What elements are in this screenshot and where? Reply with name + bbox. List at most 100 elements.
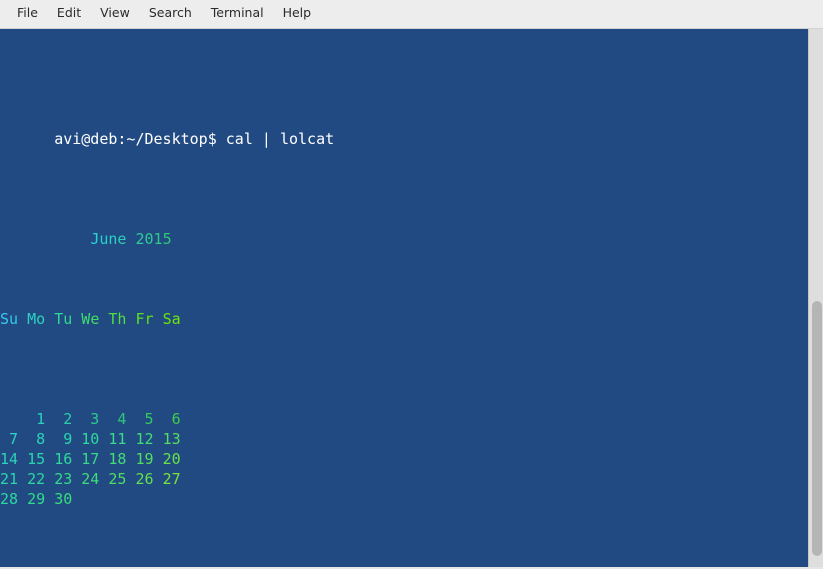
calendar-day-27: 27 (162, 470, 181, 488)
terminal-window: File Edit View Search Terminal Help avi@… (0, 0, 823, 569)
shell-prompt: avi@deb:~/Desktop$ (54, 130, 217, 148)
calendar-day-8: 8 (27, 430, 46, 448)
calendar-day-25: 25 (108, 470, 127, 488)
calendar-week-row: 1 2 3 4 5 6 (0, 409, 808, 429)
calendar-day-24: 24 (81, 470, 100, 488)
calendar-day-30: 30 (54, 490, 73, 508)
calendar-cell-gap (72, 470, 81, 488)
terminal-screen[interactable]: avi@deb:~/Desktop$ cal | lolcat June 201… (0, 29, 808, 567)
menu-bar: File Edit View Search Terminal Help (0, 0, 823, 29)
menu-terminal[interactable]: Terminal (202, 4, 273, 24)
calendar-day-22: 22 (27, 470, 46, 488)
calendar-weekday-char: M (27, 310, 37, 328)
calendar-weekday-char: S (162, 310, 172, 328)
calendar-day-15: 15 (27, 450, 46, 468)
calendar-weekday-char (18, 310, 27, 328)
menu-view[interactable]: View (91, 4, 139, 24)
calendar-day-7: 7 (0, 430, 19, 448)
calendar-cell-empty (108, 490, 126, 508)
calendar-day-6: 6 (162, 410, 181, 428)
calendar-cell-gap (18, 450, 27, 468)
terminal-command-line: avi@deb:~/Desktop$ cal | lolcat (0, 109, 808, 148)
calendar-day-1: 1 (27, 410, 46, 428)
calendar-cell-gap (18, 490, 27, 508)
typed-command: cal | lolcat (225, 130, 335, 148)
calendar-day-16: 16 (54, 450, 73, 468)
calendar-cell-gap (45, 470, 54, 488)
calendar-day-17: 17 (81, 450, 100, 468)
calendar-day-2: 2 (54, 410, 73, 428)
calendar-weekday-char: a (171, 310, 181, 328)
calendar-day-11: 11 (108, 430, 127, 448)
calendar-weekday-char: T (54, 310, 64, 328)
menu-search[interactable]: Search (140, 4, 201, 24)
vertical-scrollbar[interactable] (808, 29, 823, 567)
calendar-day-20: 20 (162, 450, 181, 468)
calendar-day-19: 19 (135, 450, 154, 468)
menu-help[interactable]: Help (274, 4, 321, 24)
calendar-title-indent (54, 230, 90, 248)
calendar-day-5: 5 (135, 410, 154, 428)
calendar-cell-gap (45, 450, 54, 468)
calendar-title-char: 5 (162, 230, 172, 248)
calendar-day-4: 4 (108, 410, 127, 428)
calendar-weekday-char: u (63, 310, 73, 328)
calendar-cell-gap (154, 490, 163, 508)
calendar-cell-gap (45, 490, 54, 508)
calendar-day-18: 18 (108, 450, 127, 468)
calendar-weeks: 1 2 3 4 5 6 7 8 9 10 11 12 13 14 15 16 17… (0, 409, 808, 509)
calendar-title: June 2015 (90, 230, 171, 248)
calendar-cell-gap (72, 410, 81, 428)
calendar-cell-empty (0, 410, 18, 428)
calendar-day-9: 9 (54, 430, 73, 448)
calendar-cell-gap (154, 450, 163, 468)
menu-edit[interactable]: Edit (48, 4, 90, 24)
calendar-day-14: 14 (0, 450, 19, 468)
calendar-cell-gap (45, 410, 54, 428)
calendar-day-23: 23 (54, 470, 73, 488)
calendar-week-row: 14 15 16 17 18 19 20 (0, 449, 808, 469)
calendar-title-line: June 2015 (0, 209, 808, 248)
menu-file[interactable]: File (8, 4, 47, 24)
calendar-title-char: 1 (153, 230, 163, 248)
calendar-title-char: 2 (135, 230, 145, 248)
calendar-weekday-char: e (90, 310, 100, 328)
calendar-week-row: 7 8 9 10 11 12 13 (0, 429, 808, 449)
calendar-cell-gap (72, 490, 81, 508)
calendar-day-29: 29 (27, 490, 46, 508)
calendar-weekday-char (45, 310, 54, 328)
calendar-day-3: 3 (81, 410, 100, 428)
calendar-weekday-char (154, 310, 163, 328)
calendar-cell-empty (135, 490, 153, 508)
calendar-title-char: 0 (144, 230, 154, 248)
calendar-weekday-char: W (81, 310, 91, 328)
calendar-cell-gap (45, 430, 54, 448)
calendar-weekday-char: u (9, 310, 19, 328)
calendar-title-char: J (90, 230, 100, 248)
calendar-day-21: 21 (0, 470, 19, 488)
calendar-cell-gap (154, 430, 163, 448)
calendar-cell-gap (154, 410, 163, 428)
calendar-cell-gap (18, 470, 27, 488)
calendar-day-10: 10 (81, 430, 100, 448)
calendar-cell-empty (81, 490, 99, 508)
calendar-cell-gap (154, 470, 163, 488)
calendar-cell-gap (18, 410, 27, 428)
calendar-weekday-char: S (0, 310, 10, 328)
scrollbar-thumb[interactable] (812, 301, 822, 556)
calendar-day-26: 26 (135, 470, 154, 488)
calendar-week-row: 21 22 23 24 25 26 27 (0, 469, 808, 489)
calendar-day-13: 13 (162, 430, 181, 448)
calendar-day-28: 28 (0, 490, 19, 508)
calendar-week-row: 28 29 30 (0, 489, 808, 509)
calendar-day-12: 12 (135, 430, 154, 448)
calendar-weekday-char: F (135, 310, 145, 328)
calendar-weekday-char: o (36, 310, 46, 328)
calendar-cell-empty (163, 490, 181, 508)
calendar-weekday-char (72, 310, 81, 328)
calendar-cell-gap (72, 450, 81, 468)
calendar-cell-gap (18, 430, 27, 448)
calendar-cell-gap (72, 430, 81, 448)
calendar-weekday-char: r (144, 310, 154, 328)
